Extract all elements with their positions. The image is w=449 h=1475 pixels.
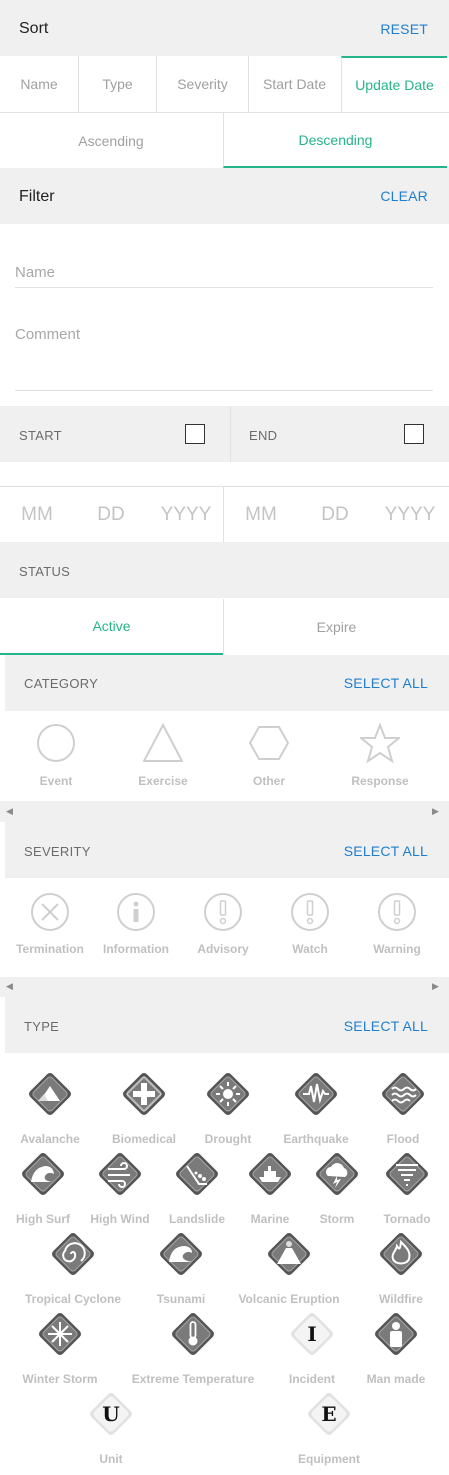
comment-input[interactable]: Comment	[15, 326, 433, 388]
end-label: END	[249, 428, 278, 443]
start-label: START	[19, 428, 62, 443]
type-item-winter-storm[interactable]	[25, 1308, 95, 1378]
name-input[interactable]: Name	[15, 264, 433, 287]
type-item-tropical-cyclone[interactable]	[38, 1228, 108, 1298]
severity-scrollbar[interactable]	[0, 977, 449, 997]
sort-field-tab-name[interactable]: Name	[0, 56, 78, 112]
end-month-input[interactable]: MM	[232, 504, 290, 526]
status-tab-active[interactable]: Active	[0, 599, 223, 655]
end-day-input[interactable]: DD	[306, 504, 364, 526]
start-year-input[interactable]: YYYY	[153, 504, 219, 526]
end-checkbox[interactable]	[404, 424, 424, 444]
comment-underline	[15, 390, 433, 391]
sort-field-tab-update-date[interactable]: Update Date	[341, 56, 447, 112]
severity-select-all-button[interactable]: SELECT ALL	[344, 843, 428, 859]
scroll-left-icon[interactable]: ◀	[6, 981, 13, 992]
scroll-right-icon[interactable]: ▶	[432, 806, 439, 817]
type-item-high-surf[interactable]	[8, 1148, 78, 1218]
type-item-marine[interactable]	[235, 1148, 305, 1218]
type-select-all-button[interactable]: SELECT ALL	[344, 1018, 428, 1034]
divider	[156, 56, 157, 112]
type-item-flood[interactable]	[368, 1068, 438, 1138]
type-item-storm[interactable]	[302, 1148, 372, 1218]
start-day-input[interactable]: DD	[82, 504, 140, 526]
type-item-extreme-temperature[interactable]	[158, 1308, 228, 1378]
category-item-exercise[interactable]	[118, 720, 208, 795]
filter-sort-panel: Sort RESET Filter CLEAR Name Comment STA…	[0, 0, 449, 1475]
sort-order-tab-ascending[interactable]: Ascending	[0, 113, 222, 168]
end-year-input[interactable]: YYYY	[377, 504, 443, 526]
divider	[223, 486, 224, 542]
type-item-avalanche[interactable]	[15, 1068, 85, 1138]
type-item-biomedical[interactable]	[109, 1068, 179, 1138]
type-item-unit[interactable]	[76, 1388, 146, 1458]
category-scrollbar[interactable]	[0, 801, 449, 822]
category-title: CATEGORY	[24, 676, 99, 691]
status-label: STATUS	[19, 564, 71, 579]
type-title: TYPE	[24, 1019, 60, 1034]
scroll-right-icon[interactable]: ▶	[432, 981, 439, 992]
divider	[78, 56, 79, 112]
severity-item-watch[interactable]	[267, 888, 353, 963]
type-item-high-wind[interactable]	[85, 1148, 155, 1218]
type-item-tsunami[interactable]	[146, 1228, 216, 1298]
category-item-response[interactable]	[335, 720, 425, 795]
filter-clear-button[interactable]: CLEAR	[380, 188, 428, 204]
name-underline	[15, 287, 433, 288]
type-item-tornado[interactable]	[372, 1148, 442, 1218]
type-item-landslide[interactable]	[162, 1148, 232, 1218]
scroll-left-icon[interactable]: ◀	[6, 806, 13, 817]
divider	[248, 56, 249, 112]
sort-reset-button[interactable]: RESET	[380, 21, 428, 37]
severity-item-termination[interactable]	[7, 888, 93, 963]
sort-order-tab-descending[interactable]: Descending	[223, 113, 447, 168]
severity-title: SEVERITY	[24, 844, 91, 859]
start-month-input[interactable]: MM	[8, 504, 66, 526]
category-item-other[interactable]	[224, 720, 314, 795]
category-select-all-button[interactable]: SELECT ALL	[344, 675, 428, 691]
type-item-incident[interactable]	[277, 1308, 347, 1378]
sort-field-tab-severity[interactable]: Severity	[157, 56, 248, 112]
type-item-equipment[interactable]	[294, 1388, 364, 1458]
type-item-volcanic-eruption[interactable]	[254, 1228, 324, 1298]
status-tab-expire[interactable]: Expire	[223, 599, 449, 655]
divider	[230, 406, 231, 462]
severity-item-warning[interactable]	[354, 888, 440, 963]
divider	[0, 486, 449, 487]
date-range-header	[0, 406, 449, 462]
type-item-earthquake[interactable]	[281, 1068, 351, 1138]
sort-field-tab-start-date[interactable]: Start Date	[249, 56, 340, 112]
filter-title: Filter	[19, 188, 55, 205]
sort-title: Sort	[19, 20, 49, 37]
category-item-event[interactable]	[11, 720, 101, 795]
severity-item-information[interactable]	[93, 888, 179, 963]
type-item-drought[interactable]	[193, 1068, 263, 1138]
type-item-wildfire[interactable]	[366, 1228, 436, 1298]
start-checkbox[interactable]	[185, 424, 205, 444]
severity-item-advisory[interactable]	[180, 888, 266, 963]
sort-field-tab-type[interactable]: Type	[79, 56, 156, 112]
type-item-man-made[interactable]	[361, 1308, 431, 1378]
